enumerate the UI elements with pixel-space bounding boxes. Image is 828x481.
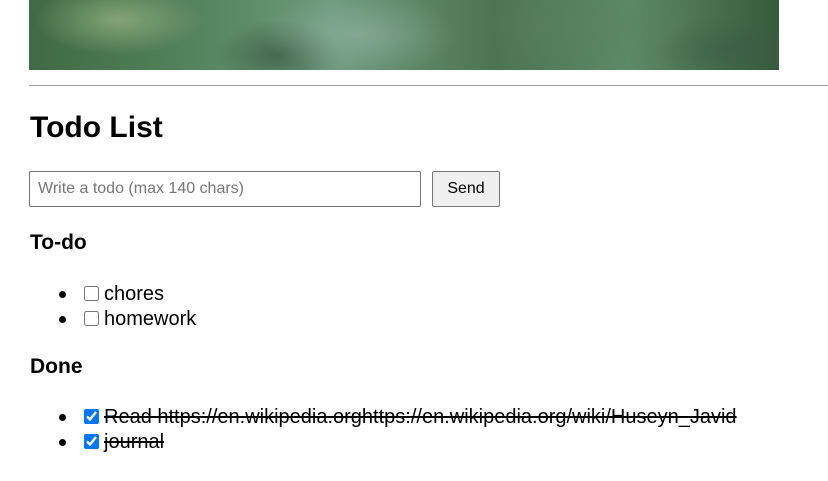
done-checkbox-journal[interactable]: [84, 434, 99, 449]
todo-input[interactable]: [29, 171, 421, 207]
bullet: [59, 439, 66, 446]
send-button[interactable]: Send: [432, 171, 500, 207]
bullet: [59, 316, 66, 323]
done-heading: Done: [30, 355, 83, 378]
bullet: [59, 291, 66, 298]
bullet: [59, 414, 66, 421]
done-text: journal: [104, 431, 165, 453]
todo-checkbox-chores[interactable]: [84, 286, 99, 301]
done-text: Read https://en.wikipedia.orghttps://en.…: [104, 406, 737, 428]
done-checkbox-read[interactable]: [84, 409, 99, 424]
todo-text: homework: [104, 308, 197, 330]
banner-image: [29, 0, 779, 70]
divider: [29, 85, 828, 86]
todo-checkbox-homework[interactable]: [84, 311, 99, 326]
todo-heading: To-do: [30, 231, 87, 254]
page-title: Todo List: [30, 111, 163, 144]
page: Todo List Send To-do chores homework Don…: [0, 0, 828, 481]
todo-text: chores: [104, 283, 165, 305]
